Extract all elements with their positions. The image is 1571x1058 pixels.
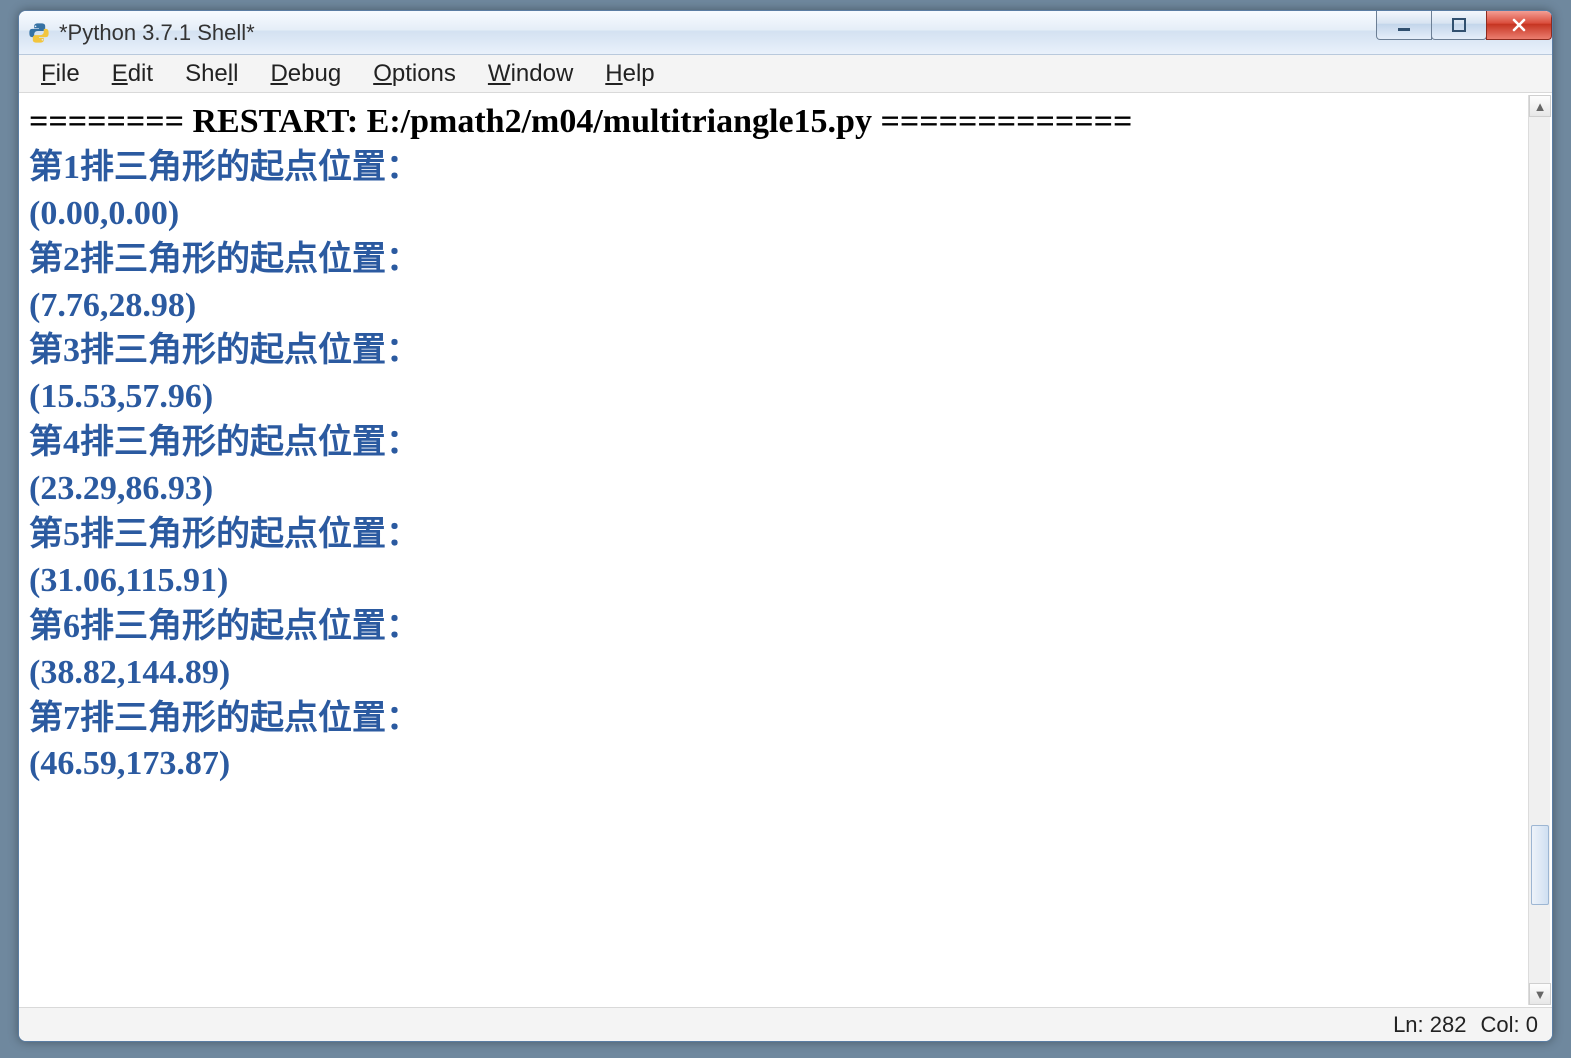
output-line: (23.29,86.93) — [29, 470, 213, 507]
menu-options[interactable]: Options — [357, 55, 472, 92]
shell-output[interactable]: ======== RESTART: E:/pmath2/m04/multitri… — [21, 95, 1528, 1005]
menu-debug[interactable]: Debug — [254, 55, 357, 92]
output-line: (31.06,115.91) — [29, 562, 228, 599]
output-line: (7.76,28.98) — [29, 287, 196, 324]
menu-window[interactable]: Window — [472, 55, 589, 92]
output-line: (46.59,173.87) — [29, 745, 230, 782]
status-line: Ln: 282 — [1393, 1012, 1466, 1038]
output-line: (38.82,144.89) — [29, 654, 230, 691]
scroll-up-button[interactable]: ▲ — [1529, 95, 1551, 117]
vertical-scrollbar[interactable]: ▲ ▼ — [1528, 95, 1550, 1005]
output-line: (0.00,0.00) — [29, 195, 179, 232]
output-line: 第2排三角形的起点位置： — [29, 241, 420, 278]
titlebar[interactable]: *Python 3.7.1 Shell* — [19, 11, 1552, 55]
python-icon — [27, 21, 51, 45]
output-line: 第5排三角形的起点位置： — [29, 516, 420, 553]
output-line: 第1排三角形的起点位置： — [29, 149, 420, 186]
maximize-button[interactable] — [1431, 11, 1487, 40]
output-line: 第3排三角形的起点位置： — [29, 332, 420, 369]
scroll-thumb[interactable] — [1531, 825, 1549, 905]
idle-shell-window: *Python 3.7.1 Shell* File Edit Shell Deb… — [18, 10, 1553, 1042]
content-wrap: ======== RESTART: E:/pmath2/m04/multitri… — [19, 93, 1552, 1007]
minimize-button[interactable] — [1376, 11, 1432, 40]
menu-edit[interactable]: Edit — [96, 55, 169, 92]
menubar: File Edit Shell Debug Options Window Hel… — [19, 55, 1552, 93]
output-line: 第7排三角形的起点位置： — [29, 700, 420, 737]
scroll-down-button[interactable]: ▼ — [1529, 983, 1551, 1005]
menu-shell[interactable]: Shell — [169, 55, 254, 92]
close-button[interactable] — [1486, 11, 1552, 40]
statusbar: Ln: 282 Col: 0 — [19, 1007, 1552, 1041]
output-line: 第4排三角形的起点位置： — [29, 424, 420, 461]
status-col: Col: 0 — [1481, 1012, 1539, 1038]
window-controls — [1377, 11, 1552, 40]
menu-file[interactable]: File — [25, 55, 96, 92]
window-title: *Python 3.7.1 Shell* — [59, 20, 255, 46]
restart-line: ======== RESTART: E:/pmath2/m04/multitri… — [29, 103, 1132, 140]
output-line: (15.53,57.96) — [29, 378, 213, 415]
menu-help[interactable]: Help — [589, 55, 670, 92]
output-line: 第6排三角形的起点位置： — [29, 608, 420, 645]
